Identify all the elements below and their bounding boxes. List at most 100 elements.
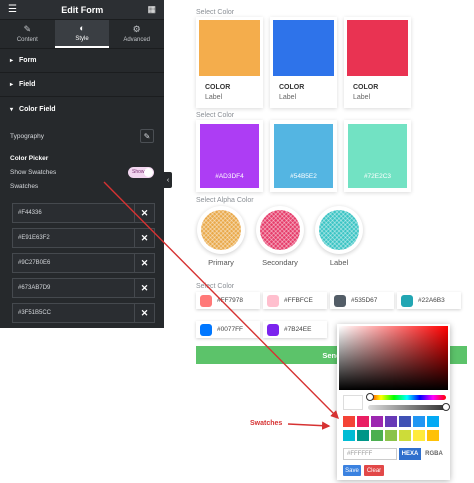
hex-input-placeholder: #FFFFFF	[347, 451, 373, 457]
swatch-value[interactable]: #673AB7D9	[13, 285, 134, 291]
color-card-title: COLOR	[353, 84, 379, 91]
mode-rgba-button[interactable]: RGBA	[423, 448, 445, 460]
swatches-heading: Swatches	[0, 179, 164, 193]
picker-swatch[interactable]	[399, 430, 411, 441]
picker-swatch[interactable]	[427, 430, 439, 441]
picker-swatch[interactable]	[427, 416, 439, 427]
picker-swatch[interactable]	[371, 430, 383, 441]
remove-swatch-button[interactable]: ✕	[134, 229, 154, 247]
editor-topbar: ☰ Edit Form ▦	[0, 0, 164, 20]
saturation-area[interactable]	[339, 326, 448, 390]
hue-slider-handle[interactable]	[366, 393, 375, 401]
picker-swatch[interactable]	[371, 416, 383, 427]
alpha-color-circle[interactable]	[197, 206, 245, 254]
color-card-hex: #AD3DF4	[215, 173, 244, 180]
picker-swatch[interactable]	[399, 416, 411, 427]
color-card[interactable]: #72E2C3	[344, 120, 411, 192]
editor-tabs: ✎ Content ◐ Style ⚙ Advanced	[0, 20, 164, 49]
editor-panel: ☰ Edit Form ▦ ✎ Content ◐ Style ⚙ Advanc…	[0, 0, 164, 328]
alpha-slider-handle[interactable]	[442, 403, 450, 411]
alpha-color-swatch	[201, 210, 241, 250]
color-pill[interactable]: #0077FF	[196, 321, 260, 338]
clear-button[interactable]: Clear	[364, 465, 384, 476]
color-pill[interactable]: #FFBFCE	[263, 292, 327, 309]
color-card-swatch: #72E2C3	[348, 124, 407, 188]
show-swatches-label: Show Swatches	[10, 168, 57, 176]
collapse-panel-button[interactable]: ‹	[164, 172, 172, 188]
picker-swatch[interactable]	[343, 416, 355, 427]
picker-swatch[interactable]	[385, 430, 397, 441]
toggle-label: Show	[132, 169, 145, 175]
picker-swatch[interactable]	[357, 416, 369, 427]
hex-input[interactable]: #FFFFFF	[343, 448, 397, 460]
tab-style-label: Style	[75, 36, 89, 42]
remove-swatch-button[interactable]: ✕	[134, 279, 154, 297]
color-card[interactable]: COLOR Label	[270, 17, 337, 108]
tab-advanced-label: Advanced	[123, 37, 151, 43]
color-pill-hex: #0077FF	[217, 326, 244, 333]
swatch-item: #F44336 ✕	[12, 203, 155, 223]
typography-edit-button[interactable]: ✎	[140, 129, 154, 143]
show-swatches-toggle[interactable]: Show	[128, 166, 154, 178]
picker-swatch[interactable]	[357, 430, 369, 441]
remove-swatch-button[interactable]: ✕	[134, 204, 154, 222]
color-card-hex: #54B5E2	[290, 173, 317, 180]
swatches-label: Swatches	[10, 182, 39, 190]
close-icon: ✕	[140, 307, 149, 318]
color-pill[interactable]: #7B24EE	[263, 321, 327, 338]
remove-swatch-button[interactable]: ✕	[134, 304, 154, 322]
group3-label: Select Alpha Color	[196, 197, 254, 204]
grid-apps-icon[interactable]: ▦	[147, 4, 156, 15]
tab-style[interactable]: ◐ Style	[54, 20, 110, 48]
close-icon: ✕	[140, 207, 149, 218]
color-card[interactable]: #AD3DF4	[196, 120, 263, 192]
color-card-swatch: #54B5E2	[274, 124, 333, 188]
color-pill[interactable]: #535D67	[330, 292, 394, 309]
picker-swatch[interactable]	[385, 416, 397, 427]
color-pill-swatch	[267, 323, 279, 336]
annotation-arrow-line	[287, 421, 331, 430]
section-form[interactable]: ▸ Form	[0, 49, 164, 73]
swatch-item: #673AB7D9 ✕	[12, 278, 155, 298]
alpha-color-swatch	[319, 210, 359, 250]
mode-hexa-button[interactable]: HEXA	[399, 448, 421, 460]
picker-swatch[interactable]	[413, 416, 425, 427]
section-color-field[interactable]: ▾ Color Field	[0, 97, 164, 121]
color-pill-swatch	[200, 294, 212, 307]
color-card[interactable]: #54B5E2	[270, 120, 337, 192]
color-picker-heading: Color Picker	[0, 151, 164, 165]
tab-content[interactable]: ✎ Content	[0, 20, 55, 48]
color-pill-swatch	[334, 294, 346, 307]
color-pill-hex: #22A6B3	[418, 297, 445, 304]
section-field[interactable]: ▸ Field	[0, 73, 164, 97]
color-card[interactable]: COLOR Label	[196, 17, 263, 108]
tab-advanced[interactable]: ⚙ Advanced	[109, 20, 164, 48]
picker-swatch[interactable]	[343, 430, 355, 441]
swatch-value[interactable]: #9C27B0E6	[13, 260, 134, 266]
picker-swatch[interactable]	[413, 430, 425, 441]
swatch-value[interactable]: #3F51B5CC	[13, 310, 134, 316]
caret-down-icon: ▾	[10, 106, 14, 113]
remove-swatch-button[interactable]: ✕	[134, 254, 154, 272]
color-card-sub: Label	[205, 94, 223, 101]
color-card[interactable]: COLOR Label	[344, 17, 411, 108]
swatch-value[interactable]: #E91E63F2	[13, 235, 134, 241]
hue-slider[interactable]	[366, 393, 446, 401]
color-card-sub: Label	[279, 94, 297, 101]
alpha-color-circle[interactable]	[315, 206, 363, 254]
toggle-knob	[144, 167, 153, 177]
swatch-item: #9C27B0E6 ✕	[12, 253, 155, 273]
pencil-icon: ✎	[143, 131, 151, 141]
alpha-slider[interactable]	[368, 403, 450, 411]
caret-right-icon: ▸	[10, 82, 14, 88]
swatch-value[interactable]: #F44336	[13, 210, 134, 216]
group1-label: Select Color	[196, 9, 235, 16]
color-pill[interactable]: #22A6B3	[397, 292, 461, 309]
close-icon: ✕	[140, 232, 149, 243]
color-pill[interactable]: #FF7978	[196, 292, 260, 309]
alpha-color-circle[interactable]	[256, 206, 304, 254]
color-card-swatch: #AD3DF4	[200, 124, 259, 188]
hamburger-menu-icon[interactable]: ☰	[8, 4, 17, 15]
save-button[interactable]: Save	[343, 465, 361, 476]
alpha-color-swatch	[260, 210, 300, 250]
